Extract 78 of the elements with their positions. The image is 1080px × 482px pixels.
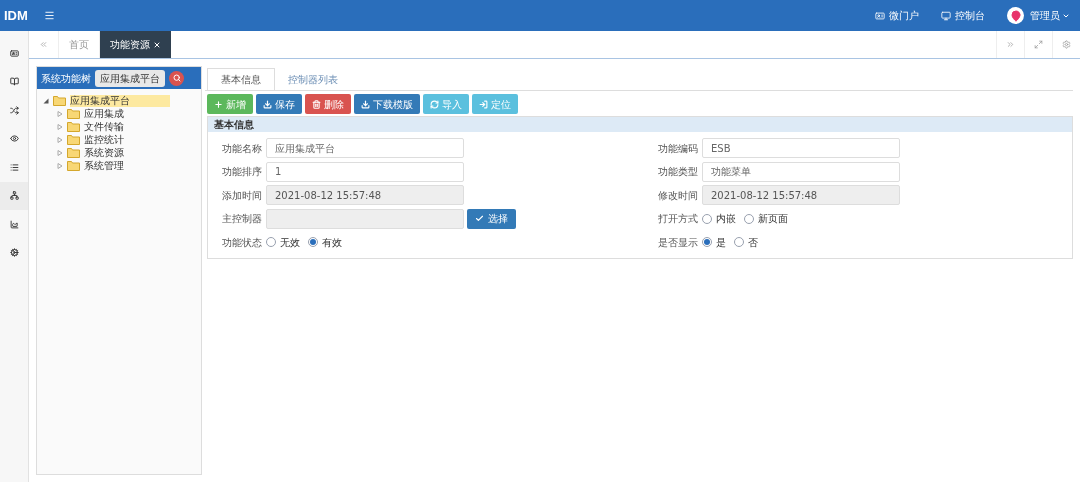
sidebar-icon[interactable]	[9, 77, 19, 87]
folder-icon	[67, 147, 80, 158]
avatar-icon	[1007, 7, 1024, 24]
field-label: 功能状态	[221, 235, 263, 250]
radio-label: 有效	[322, 235, 342, 250]
trash-icon	[312, 99, 321, 109]
folder-icon	[53, 95, 66, 106]
panel-title: 系统功能树	[41, 71, 91, 86]
tree-item[interactable]: 应用集成平台	[70, 94, 170, 107]
close-icon[interactable]	[153, 40, 161, 49]
toolbar-button[interactable]: 删除	[305, 94, 351, 114]
radio-label: 否	[748, 235, 758, 250]
download-icon	[263, 99, 272, 109]
menu-icon[interactable]	[44, 10, 55, 21]
sidebar-icon[interactable]	[9, 248, 19, 258]
field-label: 添加时间	[221, 188, 263, 203]
field-label: 功能排序	[221, 165, 263, 179]
radio-button[interactable]	[702, 237, 712, 247]
input-field[interactable]: 1	[266, 161, 464, 182]
collapse-arrow-icon[interactable]	[43, 97, 49, 104]
tree-item[interactable]: 系统管理	[84, 159, 124, 172]
login-icon	[479, 99, 488, 109]
field-label: 主控制器	[221, 212, 263, 226]
radio-button[interactable]	[734, 237, 744, 247]
header-link[interactable]: 微门户	[875, 8, 919, 23]
plus-icon	[214, 99, 223, 109]
sidebar-icon[interactable]	[9, 48, 19, 58]
content-tab[interactable]: 控制器列表	[275, 68, 351, 90]
tree-item[interactable]: 监控统计	[84, 133, 124, 146]
id-card-icon	[875, 10, 885, 21]
sidebar-icon[interactable]	[9, 134, 19, 144]
input-field[interactable]: 应用集成平台	[266, 138, 464, 158]
toolbar-button[interactable]: 保存	[256, 94, 302, 114]
tree-item[interactable]: 文件传输	[84, 120, 124, 133]
radio-label: 新页面	[758, 212, 788, 226]
sidebar-icon[interactable]	[9, 219, 19, 229]
check-icon	[475, 214, 484, 223]
field-label: 是否显示	[657, 235, 699, 250]
input-field: 2021-08-12 15:57:48	[702, 185, 900, 205]
radio-label: 内嵌	[716, 212, 736, 226]
search-field[interactable]: 应用集成平台	[95, 69, 165, 87]
field-label: 功能编码	[657, 141, 699, 156]
input-field[interactable]	[266, 208, 464, 229]
sidebar-icon[interactable]	[9, 191, 19, 201]
folder-icon	[67, 134, 80, 145]
sidebar-icon[interactable]	[9, 162, 19, 172]
field-label: 打开方式	[657, 212, 699, 226]
input-field: 2021-08-12 15:57:48	[266, 185, 464, 205]
input-field[interactable]: 功能菜单	[702, 161, 900, 182]
search-button[interactable]	[169, 70, 184, 86]
monitor-icon	[941, 10, 951, 21]
search-icon	[172, 74, 181, 82]
tree-item[interactable]: 应用集成	[84, 107, 124, 120]
folder-icon	[67, 160, 80, 171]
content-tab[interactable]: 基本信息	[207, 68, 275, 90]
sidebar-icon[interactable]	[9, 105, 19, 115]
logo[interactable]: IDM	[4, 5, 40, 26]
radio-label: 是	[716, 235, 726, 250]
radio-button[interactable]	[702, 213, 712, 224]
section-header: 基本信息	[208, 117, 1072, 132]
field-label: 修改时间	[657, 188, 699, 203]
download-icon	[361, 99, 370, 109]
radio-label: 无效	[280, 235, 300, 250]
folder-icon	[67, 108, 80, 119]
refresh-icon	[430, 99, 439, 109]
field-label: 功能名称	[221, 141, 263, 156]
field-label: 功能类型	[657, 165, 699, 179]
folder-icon	[67, 121, 80, 132]
user-menu[interactable]: 管理员	[1030, 8, 1070, 23]
page-tab[interactable]: 功能资源	[100, 31, 171, 58]
radio-button[interactable]	[744, 213, 754, 224]
input-field[interactable]: ESB	[702, 138, 900, 158]
header-link[interactable]: 控制台	[941, 8, 985, 23]
radio-button[interactable]	[266, 237, 276, 247]
radio-button[interactable]	[308, 237, 318, 247]
toolbar-button[interactable]: 下载模版	[354, 94, 420, 114]
tree-item[interactable]: 系统资源	[84, 146, 124, 159]
select-button[interactable]: 选择	[467, 208, 516, 229]
